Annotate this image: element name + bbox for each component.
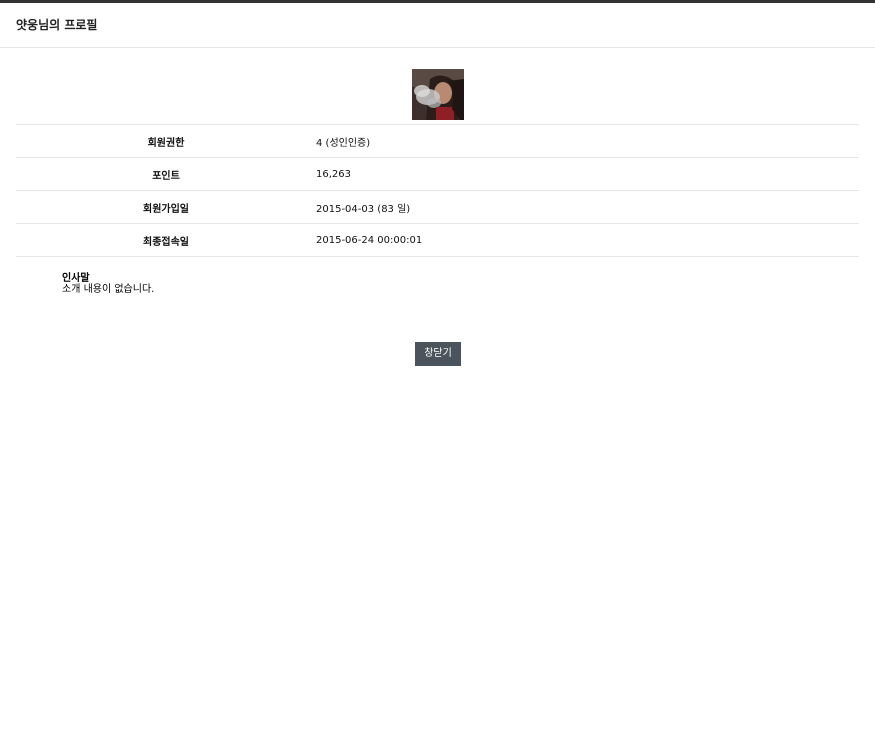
row-value: 2015-06-24 00:00:01: [316, 234, 423, 246]
table-row: 포인트 16,263: [16, 157, 859, 191]
table-row: 최종접속일 2015-06-24 00:00:01: [16, 223, 859, 257]
row-value: 16,263: [316, 168, 351, 180]
row-label: 최종접속일: [143, 236, 189, 248]
greeting-body: 소개 내용이 없습니다.: [62, 284, 155, 295]
table-row: 회원가입일 2015-04-03 (83 일): [16, 190, 859, 224]
row-label: 회원권한: [147, 137, 185, 149]
table-row: 회원권한 4 (성인인증): [16, 124, 859, 158]
greeting-section: 인사말 소개 내용이 없습니다.: [62, 273, 154, 295]
avatar: [412, 69, 464, 120]
page-header: 얏웅님의 프로필: [0, 3, 875, 48]
close-window-button[interactable]: 창닫기: [415, 342, 461, 366]
row-value: 2015-04-03 (83 일): [316, 203, 411, 215]
row-label: 회원가입일: [143, 203, 189, 215]
page-title: 얏웅님의 프로필: [16, 18, 98, 32]
row-label: 포인트: [152, 170, 180, 182]
profile-info-table: 회원권한 4 (성인인증) 포인트 16,263 회원가입일 2015-04-0…: [16, 124, 859, 257]
profile-photo-icon: [412, 69, 464, 120]
greeting-title: 인사말: [62, 273, 90, 284]
row-value: 4 (성인인증): [316, 137, 371, 149]
